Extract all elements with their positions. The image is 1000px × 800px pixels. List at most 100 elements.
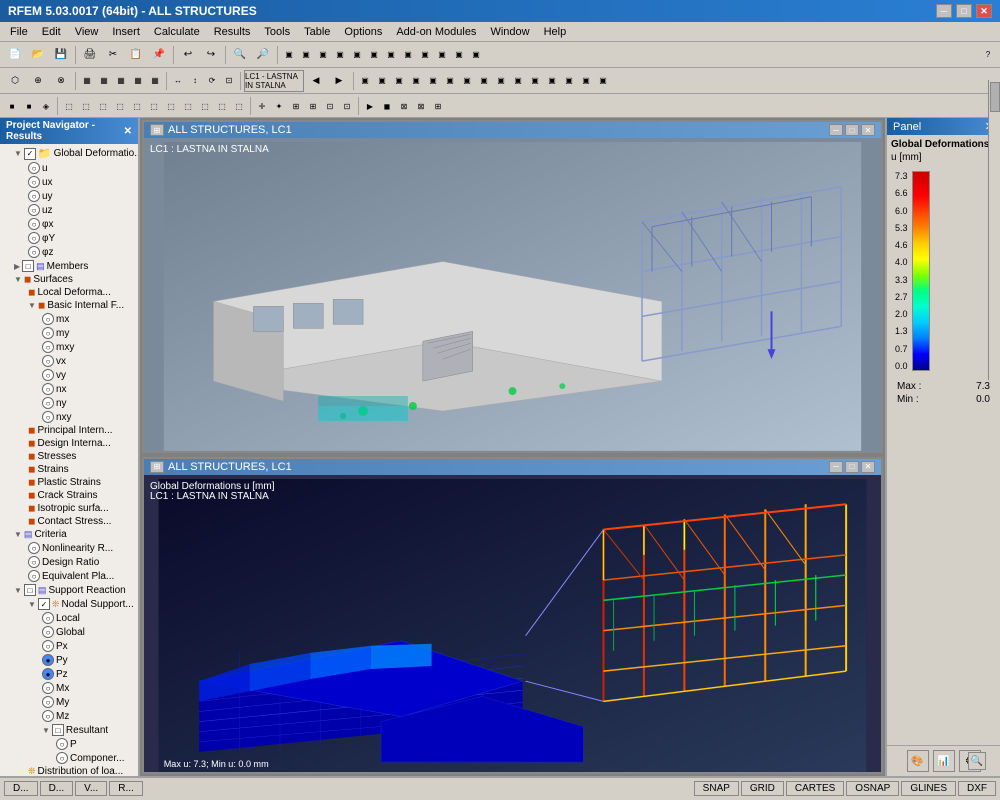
tb-b8[interactable]: ▣	[400, 44, 416, 66]
tree-nxy[interactable]: ○ nxy	[0, 410, 138, 424]
view-bottom-close[interactable]: ✕	[861, 461, 875, 473]
menu-results[interactable]: Results	[208, 25, 257, 39]
tree-radio[interactable]: ○	[42, 411, 54, 423]
menu-edit[interactable]: Edit	[36, 25, 67, 39]
tree-mx[interactable]: ○ mx	[0, 312, 138, 326]
tree-nonlinearity[interactable]: ○ Nonlinearity R...	[0, 541, 138, 555]
tb-paste[interactable]: 📌	[148, 44, 170, 66]
panel-zoom-button[interactable]: 🔍	[968, 752, 986, 770]
tb2-b20[interactable]: ▣	[476, 70, 492, 92]
tb3-b7[interactable]: ⬚	[112, 95, 128, 117]
tb3-b5[interactable]: ⬚	[78, 95, 94, 117]
menu-table[interactable]: Table	[298, 25, 336, 39]
tree-phiy[interactable]: ○ φY	[0, 231, 138, 245]
tb-print[interactable]: 🖨	[79, 44, 101, 66]
tb3-b8[interactable]: ⬚	[129, 95, 145, 117]
tree-px[interactable]: ○ Px	[0, 639, 138, 653]
tb-b5[interactable]: ▣	[349, 44, 365, 66]
tb3-b25[interactable]: ⊞	[430, 95, 446, 117]
menu-help[interactable]: Help	[538, 25, 573, 39]
tb-b9[interactable]: ▣	[417, 44, 433, 66]
tree-surfaces[interactable]: ▼ ◼ Surfaces	[0, 273, 138, 286]
tree-mx-sub[interactable]: ○ Mx	[0, 681, 138, 695]
tree-radio[interactable]: ○	[28, 218, 40, 230]
tb2-b12[interactable]: ⊡	[221, 70, 237, 92]
tree-radio[interactable]: ●	[42, 654, 54, 666]
tree-uy[interactable]: ○ uy	[0, 189, 138, 203]
tb3-b17[interactable]: ⊞	[288, 95, 304, 117]
tb2-b8[interactable]: ▦	[147, 70, 163, 92]
nav-tab-d2[interactable]: D...	[40, 781, 74, 796]
view-bottom-panel[interactable]: ⊞ ALL STRUCTURES, LC1 ─ □ ✕ Global Defor…	[142, 457, 883, 774]
nav-tab-r[interactable]: R...	[109, 781, 143, 796]
tb2-b25[interactable]: ▣	[561, 70, 577, 92]
tree-checkbox[interactable]: ✓	[24, 148, 36, 160]
tree-checkbox5[interactable]: □	[52, 724, 64, 736]
tree-basic-internal[interactable]: ▼ ◼ Basic Internal F...	[0, 299, 138, 312]
tb2-b6[interactable]: ▦	[113, 70, 129, 92]
tree-radio[interactable]: ○	[56, 752, 68, 764]
tb3-b3[interactable]: ◈	[38, 95, 54, 117]
view-bottom-min[interactable]: ─	[829, 461, 843, 473]
tree-strains[interactable]: ◼ Strains	[0, 463, 138, 476]
tree-vx[interactable]: ○ vx	[0, 354, 138, 368]
status-glines[interactable]: GLINES	[901, 781, 956, 796]
status-snap[interactable]: SNAP	[694, 781, 739, 796]
tree-u[interactable]: ○ u	[0, 161, 138, 175]
tb-help[interactable]: ?	[980, 44, 996, 66]
tb3-b22[interactable]: ◼	[379, 95, 395, 117]
tb-b3[interactable]: ▣	[315, 44, 331, 66]
tree-checkbox3[interactable]: □	[24, 584, 36, 596]
tb2-b22[interactable]: ▣	[510, 70, 526, 92]
status-grid[interactable]: GRID	[741, 781, 784, 796]
tb3-b10[interactable]: ⬚	[163, 95, 179, 117]
tree-radio[interactable]: ○	[42, 369, 54, 381]
tb2-b17[interactable]: ▣	[425, 70, 441, 92]
tb2-b9[interactable]: ↔	[170, 70, 186, 92]
tb2-b10[interactable]: ↕	[187, 70, 203, 92]
tree-local[interactable]: ○ Local	[0, 611, 138, 625]
tree-radio[interactable]: ○	[28, 232, 40, 244]
tree-radio[interactable]: ○	[42, 327, 54, 339]
tb-b11[interactable]: ▣	[451, 44, 467, 66]
scroll-thumb[interactable]	[990, 82, 1000, 112]
tree-radio[interactable]: ○	[42, 355, 54, 367]
tb3-b24[interactable]: ⊠	[413, 95, 429, 117]
tree-radio[interactable]: ○	[42, 397, 54, 409]
tb-search[interactable]: 🔍	[229, 44, 251, 66]
tb3-b13[interactable]: ⬚	[214, 95, 230, 117]
tb-save[interactable]: 💾	[50, 44, 72, 66]
tree-design-ratio[interactable]: ○ Design Ratio	[0, 555, 138, 569]
tb2-b7[interactable]: ▦	[130, 70, 146, 92]
tree-phiz[interactable]: ○ φz	[0, 245, 138, 259]
tb2-b1[interactable]: ⬡	[4, 70, 26, 92]
view-top-panel[interactable]: ⊞ ALL STRUCTURES, LC1 ─ □ ✕ LC1 : LASTNA…	[142, 120, 883, 453]
menu-calculate[interactable]: Calculate	[148, 25, 206, 39]
tb-cut[interactable]: ✂	[102, 44, 124, 66]
tree-isotropic[interactable]: ◼ Isotropic surfa...	[0, 502, 138, 515]
nav-close-button[interactable]: ✕	[124, 126, 132, 137]
view-top-min[interactable]: ─	[829, 124, 843, 136]
tree-nx[interactable]: ○ nx	[0, 382, 138, 396]
tb3-b19[interactable]: ⊡	[322, 95, 338, 117]
tree-stresses[interactable]: ◼ Stresses	[0, 450, 138, 463]
tb2-b15[interactable]: ▣	[391, 70, 407, 92]
tb3-b12[interactable]: ⬚	[197, 95, 213, 117]
tb2-b24[interactable]: ▣	[544, 70, 560, 92]
tree-radio[interactable]: ○	[28, 190, 40, 202]
tree-radio[interactable]: ○	[42, 313, 54, 325]
tree-mxy[interactable]: ○ mxy	[0, 340, 138, 354]
tree-uz[interactable]: ○ uz	[0, 203, 138, 217]
tree-ux[interactable]: ○ ux	[0, 175, 138, 189]
tb2-b23[interactable]: ▣	[527, 70, 543, 92]
tb-new[interactable]: 📄	[4, 44, 26, 66]
menu-addon[interactable]: Add-on Modules	[390, 25, 482, 39]
tree-py[interactable]: ● Py	[0, 653, 138, 667]
tree-phix[interactable]: ○ φx	[0, 217, 138, 231]
tb2-b4[interactable]: ▦	[79, 70, 95, 92]
menu-tools[interactable]: Tools	[258, 25, 296, 39]
tb3-b14[interactable]: ⬚	[231, 95, 247, 117]
tb3-b4[interactable]: ⬚	[61, 95, 77, 117]
tree-radio[interactable]: ○	[42, 682, 54, 694]
tb2-b13[interactable]: ▣	[357, 70, 373, 92]
